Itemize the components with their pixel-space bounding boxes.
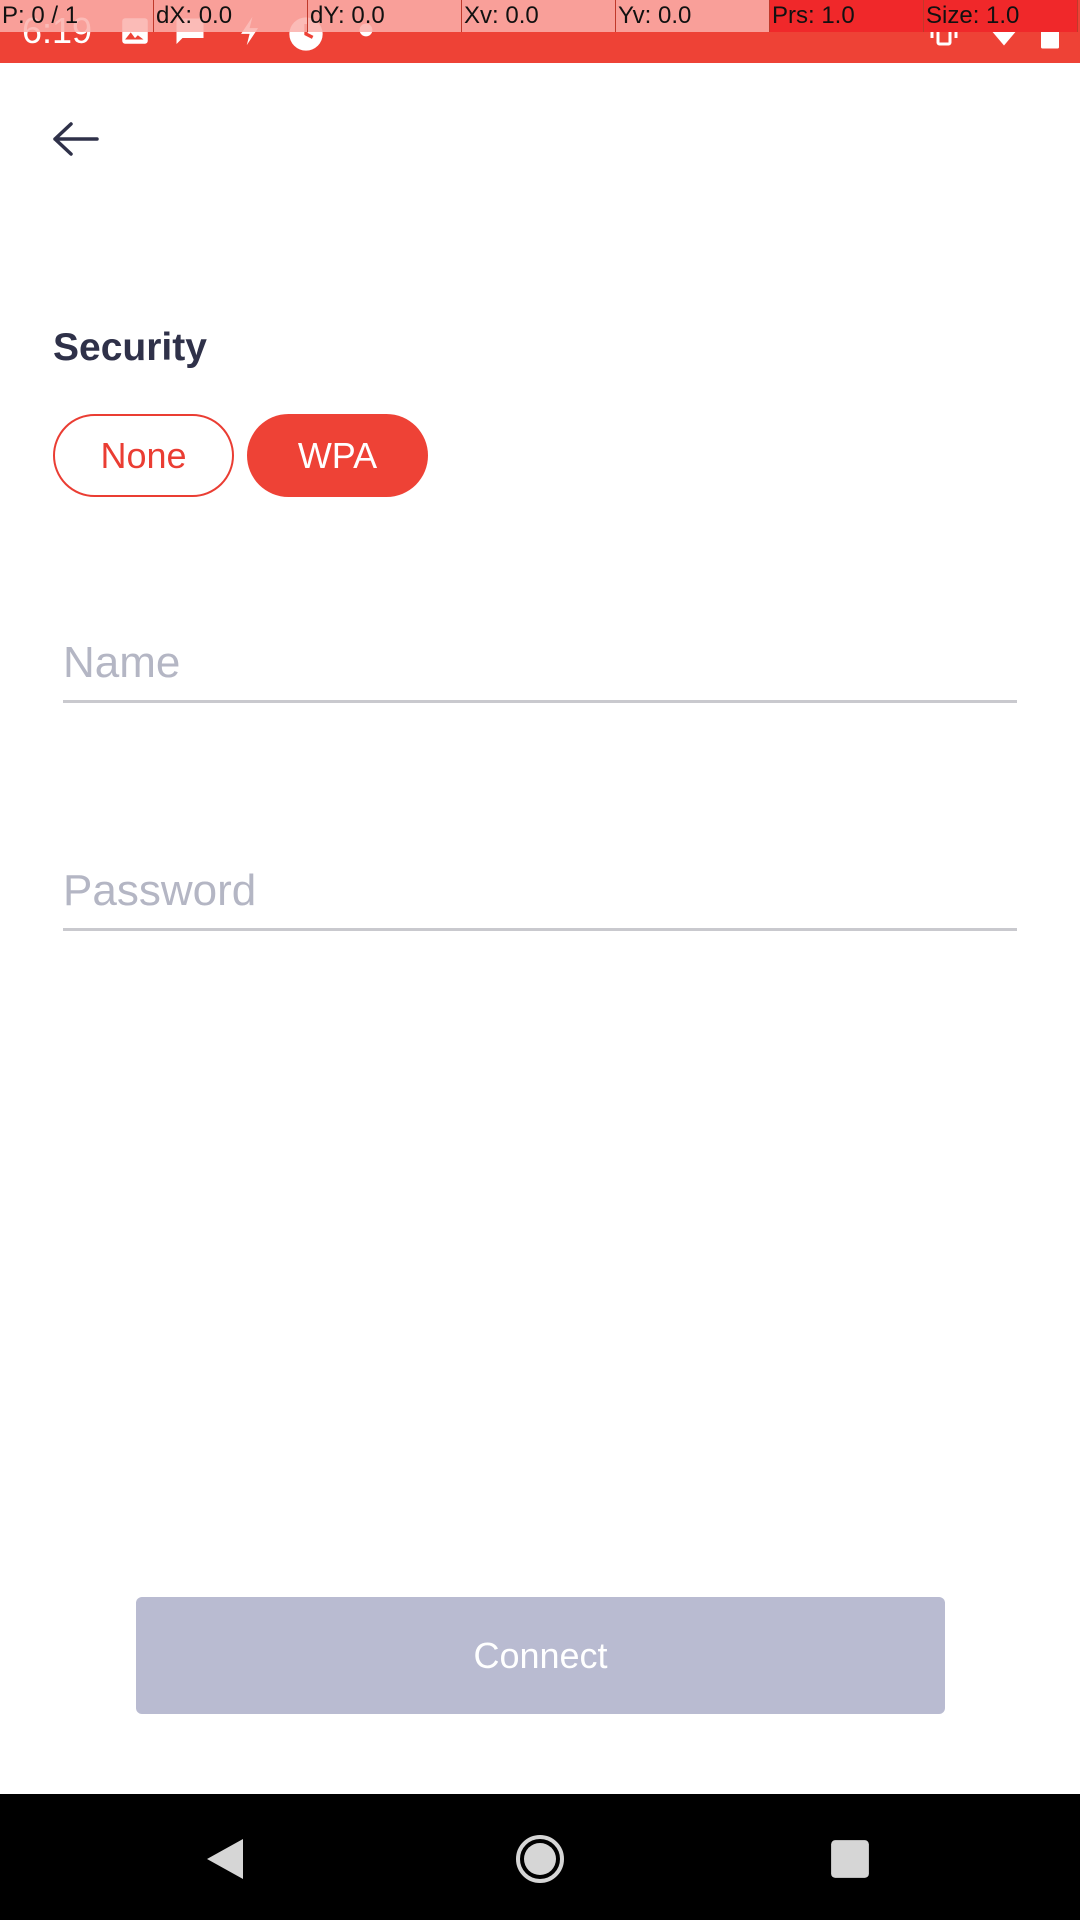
navigation-bar (0, 1794, 1080, 1920)
overlay-yv: Yv: 0.0 (616, 0, 770, 32)
nav-recents-icon (831, 1840, 869, 1878)
name-field-container (63, 630, 1017, 703)
name-input[interactable] (63, 630, 1017, 696)
nav-back-button[interactable] (190, 1824, 260, 1894)
overlay-dx: dX: 0.0 (154, 0, 308, 32)
overlay-dy: dY: 0.0 (308, 0, 462, 32)
pointer-location-overlay: P: 0 / 1 dX: 0.0 dY: 0.0 Xv: 0.0 Yv: 0.0… (0, 0, 1080, 32)
connect-button[interactable]: Connect (136, 1597, 945, 1714)
nav-home-icon (516, 1835, 564, 1883)
back-arrow-icon (53, 122, 99, 156)
nav-back-icon (207, 1839, 243, 1879)
overlay-xv: Xv: 0.0 (462, 0, 616, 32)
security-option-wpa[interactable]: WPA (247, 414, 428, 497)
back-button[interactable] (40, 104, 110, 174)
overlay-pointer: P: 0 / 1 (0, 0, 154, 32)
overlay-pressure: Prs: 1.0 (770, 0, 924, 32)
nav-recents-button[interactable] (815, 1824, 885, 1894)
security-option-none[interactable]: None (53, 414, 234, 497)
password-input[interactable] (63, 858, 1017, 924)
password-field-container (63, 858, 1017, 931)
nav-home-button[interactable] (505, 1824, 575, 1894)
overlay-size: Size: 1.0 (924, 0, 1078, 32)
security-title: Security (53, 326, 207, 369)
